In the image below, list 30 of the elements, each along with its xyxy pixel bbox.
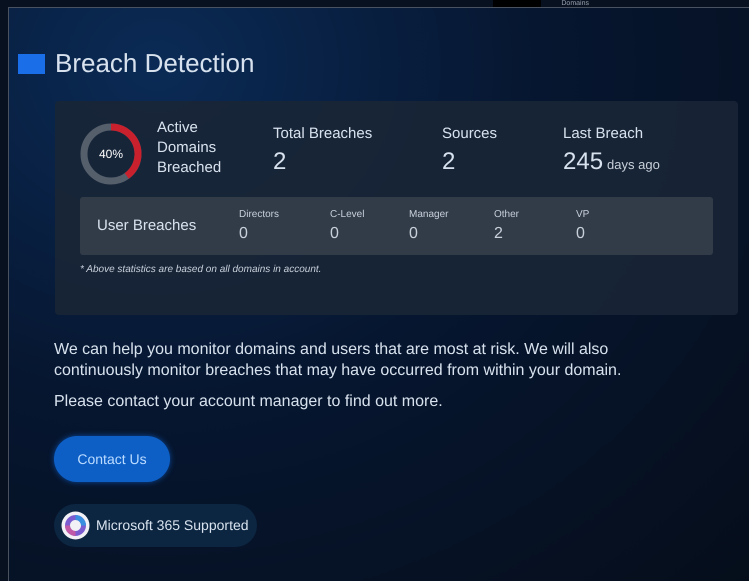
group-label: VP [576,208,590,222]
contact-us-button[interactable]: Contact Us [54,436,170,482]
footnote: * Above statistics are based on all domains in account. [80,263,322,277]
stat-label: Total Breaches [273,124,374,144]
stat-label: Sources [442,124,498,144]
meter-label: Active Domains Breached [157,118,222,178]
group-label: Directors [239,208,280,222]
badge-label: Microsoft 365 Supported [96,516,249,535]
group-value: 0 [409,224,419,244]
donut-meter [80,123,142,185]
meter-reading: 40% [98,147,124,161]
group-label: Other [494,208,520,222]
background-window [493,0,542,7]
group-label: C-Level [330,208,366,222]
info-paragraph: We can help you monitor domains and users that are most at risk. We will also continuously monitor breaches that may have occurred from within your domain. [54,340,622,381]
info-paragraph: Please contact your account manager to find out more. [54,392,444,412]
stat-unit: days ago [607,156,660,174]
ring-logo-icon [61,511,90,540]
group-value: 0 [576,224,586,244]
stat-value: 245 [563,146,604,176]
group-value: 0 [239,224,249,244]
user-breaches-label: User Breaches [97,216,198,236]
group-value: 2 [494,224,504,244]
page-title: Breach Detection [55,47,254,80]
group-label: Manager [409,208,450,222]
stat-value: 2 [442,146,456,176]
stat-value: 2 [273,146,286,176]
group-value: 0 [330,224,340,244]
title-marker-icon [18,54,45,74]
stat-label: Last Breach [563,124,644,144]
